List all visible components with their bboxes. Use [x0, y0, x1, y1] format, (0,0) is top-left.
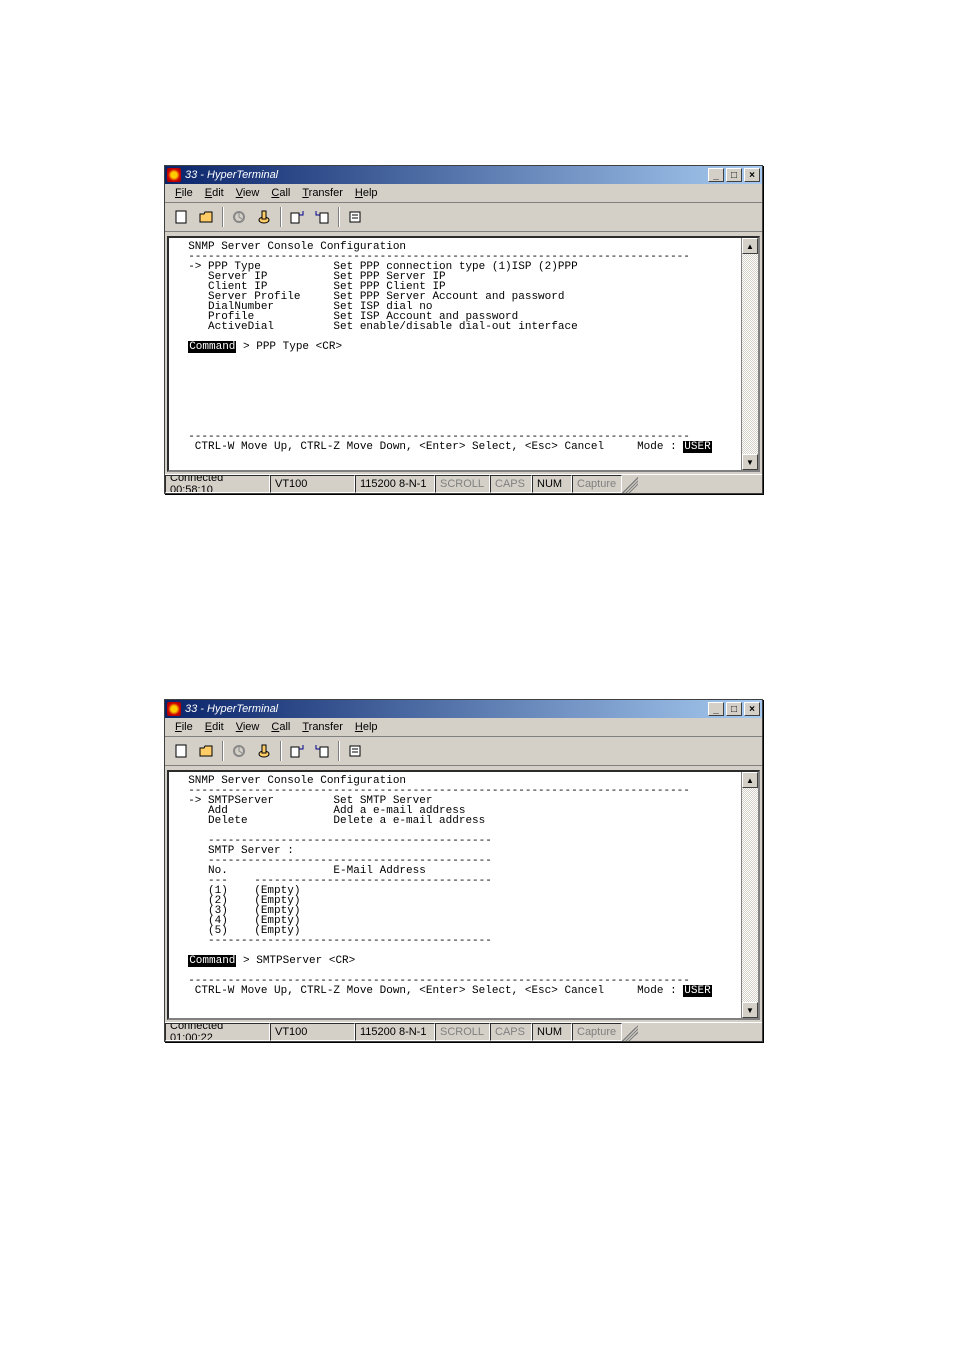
minimize-button[interactable]: _ — [708, 168, 724, 182]
terminal-area: SNMP Server Console Configuration ------… — [167, 770, 760, 1020]
menubar: File Edit View Call Transfer Help — [165, 184, 762, 203]
menubar: File Edit View Call Transfer Help — [165, 718, 762, 737]
status-num: NUM — [532, 475, 572, 493]
properties-button[interactable] — [343, 739, 367, 763]
command-label: Command — [188, 341, 236, 353]
scrollbar[interactable]: ▲ ▼ — [741, 772, 758, 1018]
app-icon — [167, 702, 181, 716]
status-num: NUM — [532, 1023, 572, 1041]
close-button[interactable]: × — [744, 702, 760, 716]
disconnect-button[interactable] — [252, 739, 276, 763]
toolbar — [165, 203, 762, 232]
hyperterminal-window: 33 - HyperTerminal _ □ × File Edit View … — [164, 165, 763, 494]
receive-button[interactable] — [310, 205, 334, 229]
status-params: 115200 8-N-1 — [355, 1023, 435, 1041]
connect-button[interactable] — [227, 205, 251, 229]
scrollbar[interactable]: ▲ ▼ — [741, 238, 758, 470]
menu-edit[interactable]: Edit — [199, 720, 230, 734]
menu-view[interactable]: View — [230, 720, 266, 734]
scroll-up-button[interactable]: ▲ — [742, 772, 758, 788]
status-connection: Connected 00:58:10 — [165, 475, 270, 493]
app-icon — [167, 168, 181, 182]
status-connection: Connected 01:00:22 — [165, 1023, 270, 1041]
close-button[interactable]: × — [744, 168, 760, 182]
disconnect-button[interactable] — [252, 205, 276, 229]
command-label: Command — [188, 955, 236, 967]
command-value: > PPP Type <CR> — [236, 341, 342, 353]
mode-label: USER — [683, 985, 711, 997]
maximize-button[interactable]: □ — [726, 702, 742, 716]
window-title: 33 - HyperTerminal — [185, 169, 708, 181]
status-scroll: SCROLL — [435, 475, 490, 493]
statusbar: Connected 00:58:10 VT100 115200 8-N-1 SC… — [165, 474, 762, 493]
menu-call[interactable]: Call — [265, 186, 296, 200]
scroll-up-button[interactable]: ▲ — [742, 238, 758, 254]
menu-file[interactable]: File — [169, 720, 199, 734]
connect-button[interactable] — [227, 739, 251, 763]
status-capture: Capture — [572, 1023, 622, 1041]
statusbar: Connected 01:00:22 VT100 115200 8-N-1 SC… — [165, 1022, 762, 1041]
scroll-track[interactable] — [742, 254, 758, 454]
menu-help[interactable]: Help — [349, 186, 384, 200]
toolbar — [165, 737, 762, 766]
resize-grip-icon[interactable] — [622, 1025, 638, 1041]
terminal-content[interactable]: SNMP Server Console Configuration ------… — [169, 238, 741, 470]
properties-button[interactable] — [343, 205, 367, 229]
status-scroll: SCROLL — [435, 1023, 490, 1041]
menu-view[interactable]: View — [230, 186, 266, 200]
menu-call[interactable]: Call — [265, 720, 296, 734]
new-button[interactable] — [169, 205, 193, 229]
titlebar[interactable]: 33 - HyperTerminal _ □ × — [165, 166, 762, 184]
command-value: > SMTPServer <CR> — [236, 955, 355, 967]
menu-transfer[interactable]: Transfer — [296, 720, 349, 734]
resize-grip-icon[interactable] — [622, 477, 638, 493]
status-terminal: VT100 — [270, 475, 355, 493]
scroll-down-button[interactable]: ▼ — [742, 1002, 758, 1018]
status-caps: CAPS — [490, 475, 532, 493]
terminal-content[interactable]: SNMP Server Console Configuration ------… — [169, 772, 741, 1018]
open-button[interactable] — [194, 205, 218, 229]
status-capture: Capture — [572, 475, 622, 493]
menu-help[interactable]: Help — [349, 720, 384, 734]
status-params: 115200 8-N-1 — [355, 475, 435, 493]
maximize-button[interactable]: □ — [726, 168, 742, 182]
status-caps: CAPS — [490, 1023, 532, 1041]
window-title: 33 - HyperTerminal — [185, 703, 708, 715]
open-button[interactable] — [194, 739, 218, 763]
titlebar[interactable]: 33 - HyperTerminal _ □ × — [165, 700, 762, 718]
status-terminal: VT100 — [270, 1023, 355, 1041]
terminal-area: SNMP Server Console Configuration ------… — [167, 236, 760, 472]
hyperterminal-window: 33 - HyperTerminal _ □ × File Edit View … — [164, 699, 763, 1042]
receive-button[interactable] — [310, 739, 334, 763]
scroll-track[interactable] — [742, 788, 758, 1002]
scroll-down-button[interactable]: ▼ — [742, 454, 758, 470]
menu-edit[interactable]: Edit — [199, 186, 230, 200]
menu-file[interactable]: File — [169, 186, 199, 200]
mode-label: USER — [683, 441, 711, 453]
new-button[interactable] — [169, 739, 193, 763]
send-button[interactable] — [285, 205, 309, 229]
send-button[interactable] — [285, 739, 309, 763]
menu-transfer[interactable]: Transfer — [296, 186, 349, 200]
minimize-button[interactable]: _ — [708, 702, 724, 716]
